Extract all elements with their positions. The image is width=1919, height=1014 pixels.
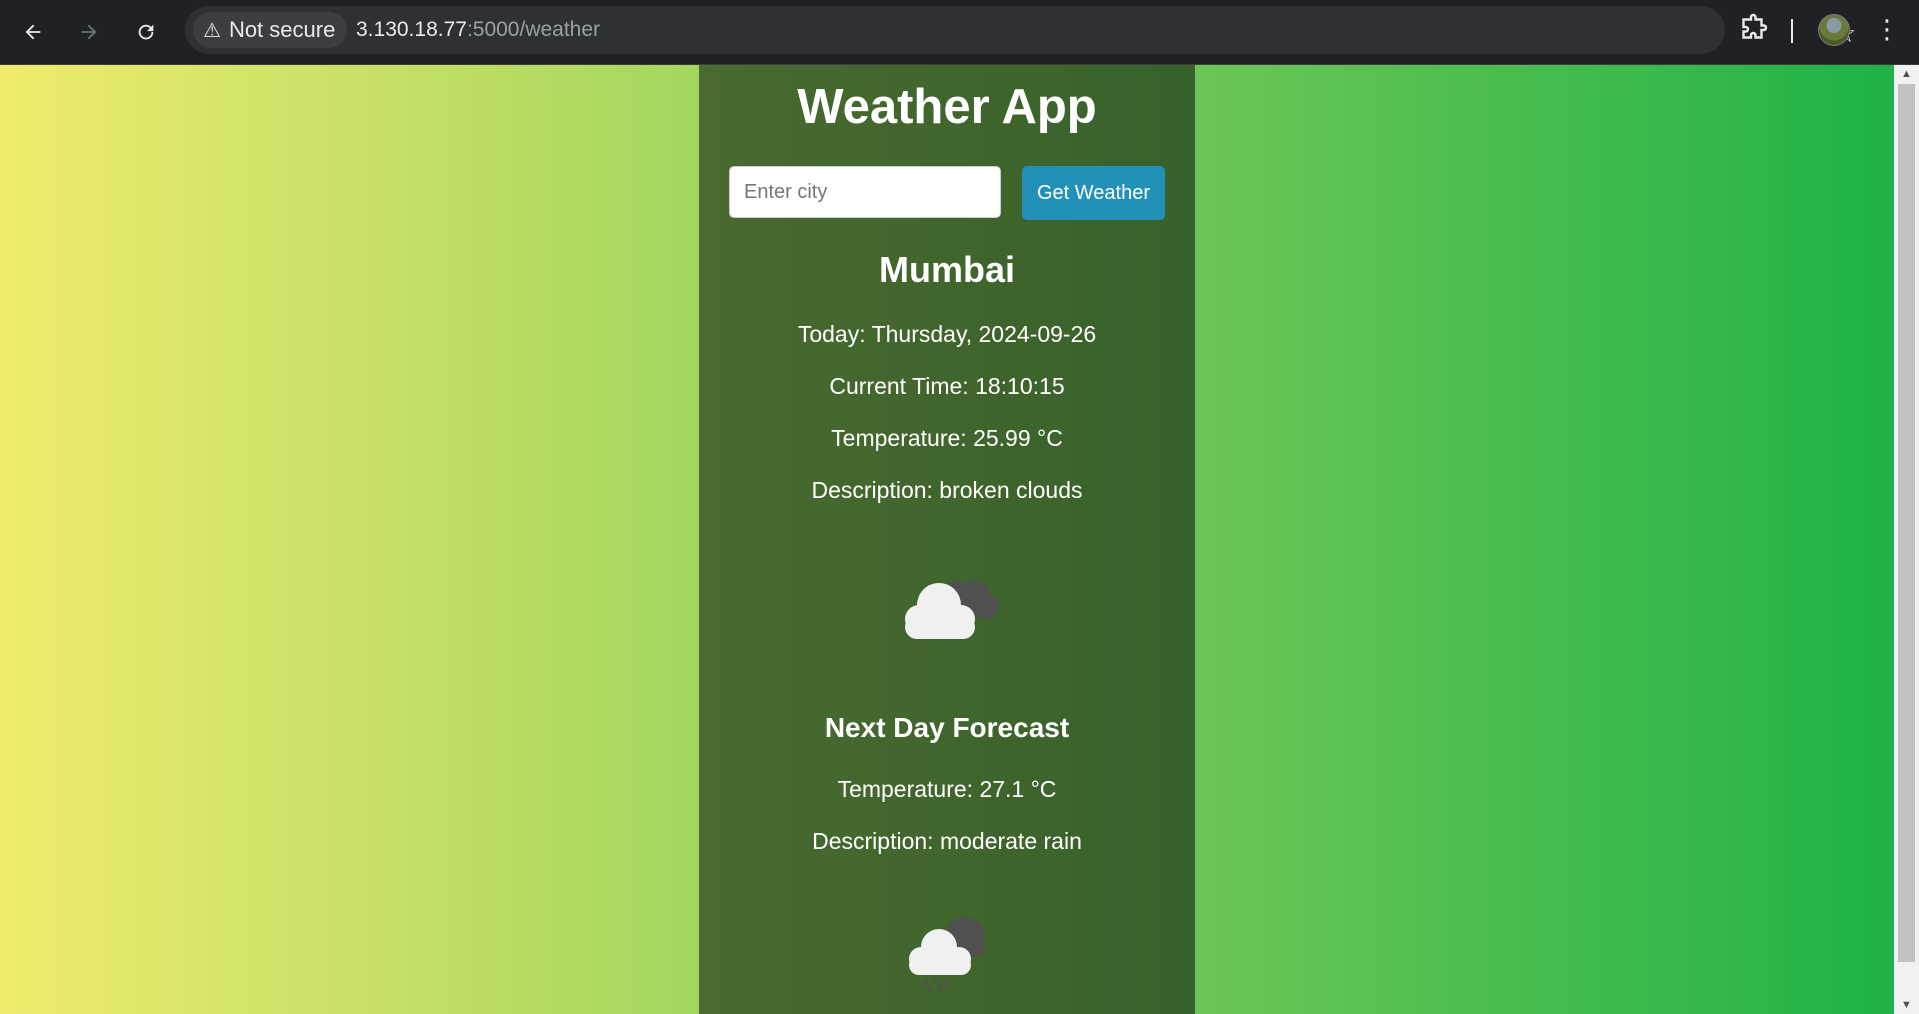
forecast-heading: Next Day Forecast	[824, 712, 1070, 743]
get-weather-button[interactable]: Get Weather	[1022, 166, 1165, 220]
profile-avatar[interactable]	[1818, 14, 1850, 46]
warning-icon: ⚠	[203, 19, 221, 42]
toolbar-divider	[1791, 19, 1793, 43]
weather-card: Weather App Get Weather Mumbai Today: Th…	[699, 65, 1195, 1014]
rain-cloud-icon	[909, 917, 985, 993]
url-host: 3.130.18.77	[356, 18, 467, 41]
reload-button[interactable]	[126, 12, 166, 52]
city-input[interactable]	[729, 166, 1001, 218]
current-temperature: Temperature: 25.99 °C	[831, 425, 1063, 451]
arrow-left-icon	[25, 24, 41, 40]
broken-clouds-icon	[905, 581, 999, 639]
today-date: Today: Thursday, 2024-09-26	[797, 321, 1097, 347]
arrow-right-icon	[81, 24, 97, 40]
current-time: Current Time: 18:10:15	[829, 373, 1065, 399]
city-name: Mumbai	[878, 249, 1015, 290]
app-title: Weather App	[797, 80, 1097, 134]
address-bar[interactable]: ⚠ Not secure 3.130.18.77:5000/weather ☆	[185, 6, 1856, 54]
puzzle-icon	[1742, 13, 1768, 39]
reload-icon	[138, 24, 154, 40]
back-button[interactable]	[13, 12, 53, 52]
menu-kebab-icon[interactable]: ⋮	[1874, 14, 1900, 44]
security-indicator[interactable]: ⚠ Not secure	[193, 12, 348, 48]
extensions-button[interactable]	[1736, 12, 1772, 48]
forecast-description: Description: moderate rain	[812, 828, 1082, 854]
url-text[interactable]: 3.130.18.77:5000/weather	[356, 16, 600, 44]
scroll-up-arrow-icon[interactable]: ▲	[1894, 65, 1919, 83]
search-form: Get Weather	[729, 166, 1169, 220]
page-background: Weather App Get Weather Mumbai Today: Th…	[0, 65, 1894, 1014]
forward-button[interactable]	[69, 12, 109, 52]
browser-toolbar: ⚠ Not secure 3.130.18.77:5000/weather ☆ …	[0, 0, 1919, 65]
forecast-temperature: Temperature: 27.1 °C	[837, 776, 1057, 802]
scrollbar-thumb[interactable]	[1898, 84, 1915, 962]
page-scrollbar[interactable]: ▲ ▼	[1894, 65, 1919, 1014]
scroll-down-arrow-icon[interactable]: ▼	[1894, 996, 1919, 1014]
url-path: :5000/weather	[466, 18, 601, 41]
current-description: Description: broken clouds	[811, 477, 1083, 503]
security-label: Not secure	[228, 17, 336, 42]
